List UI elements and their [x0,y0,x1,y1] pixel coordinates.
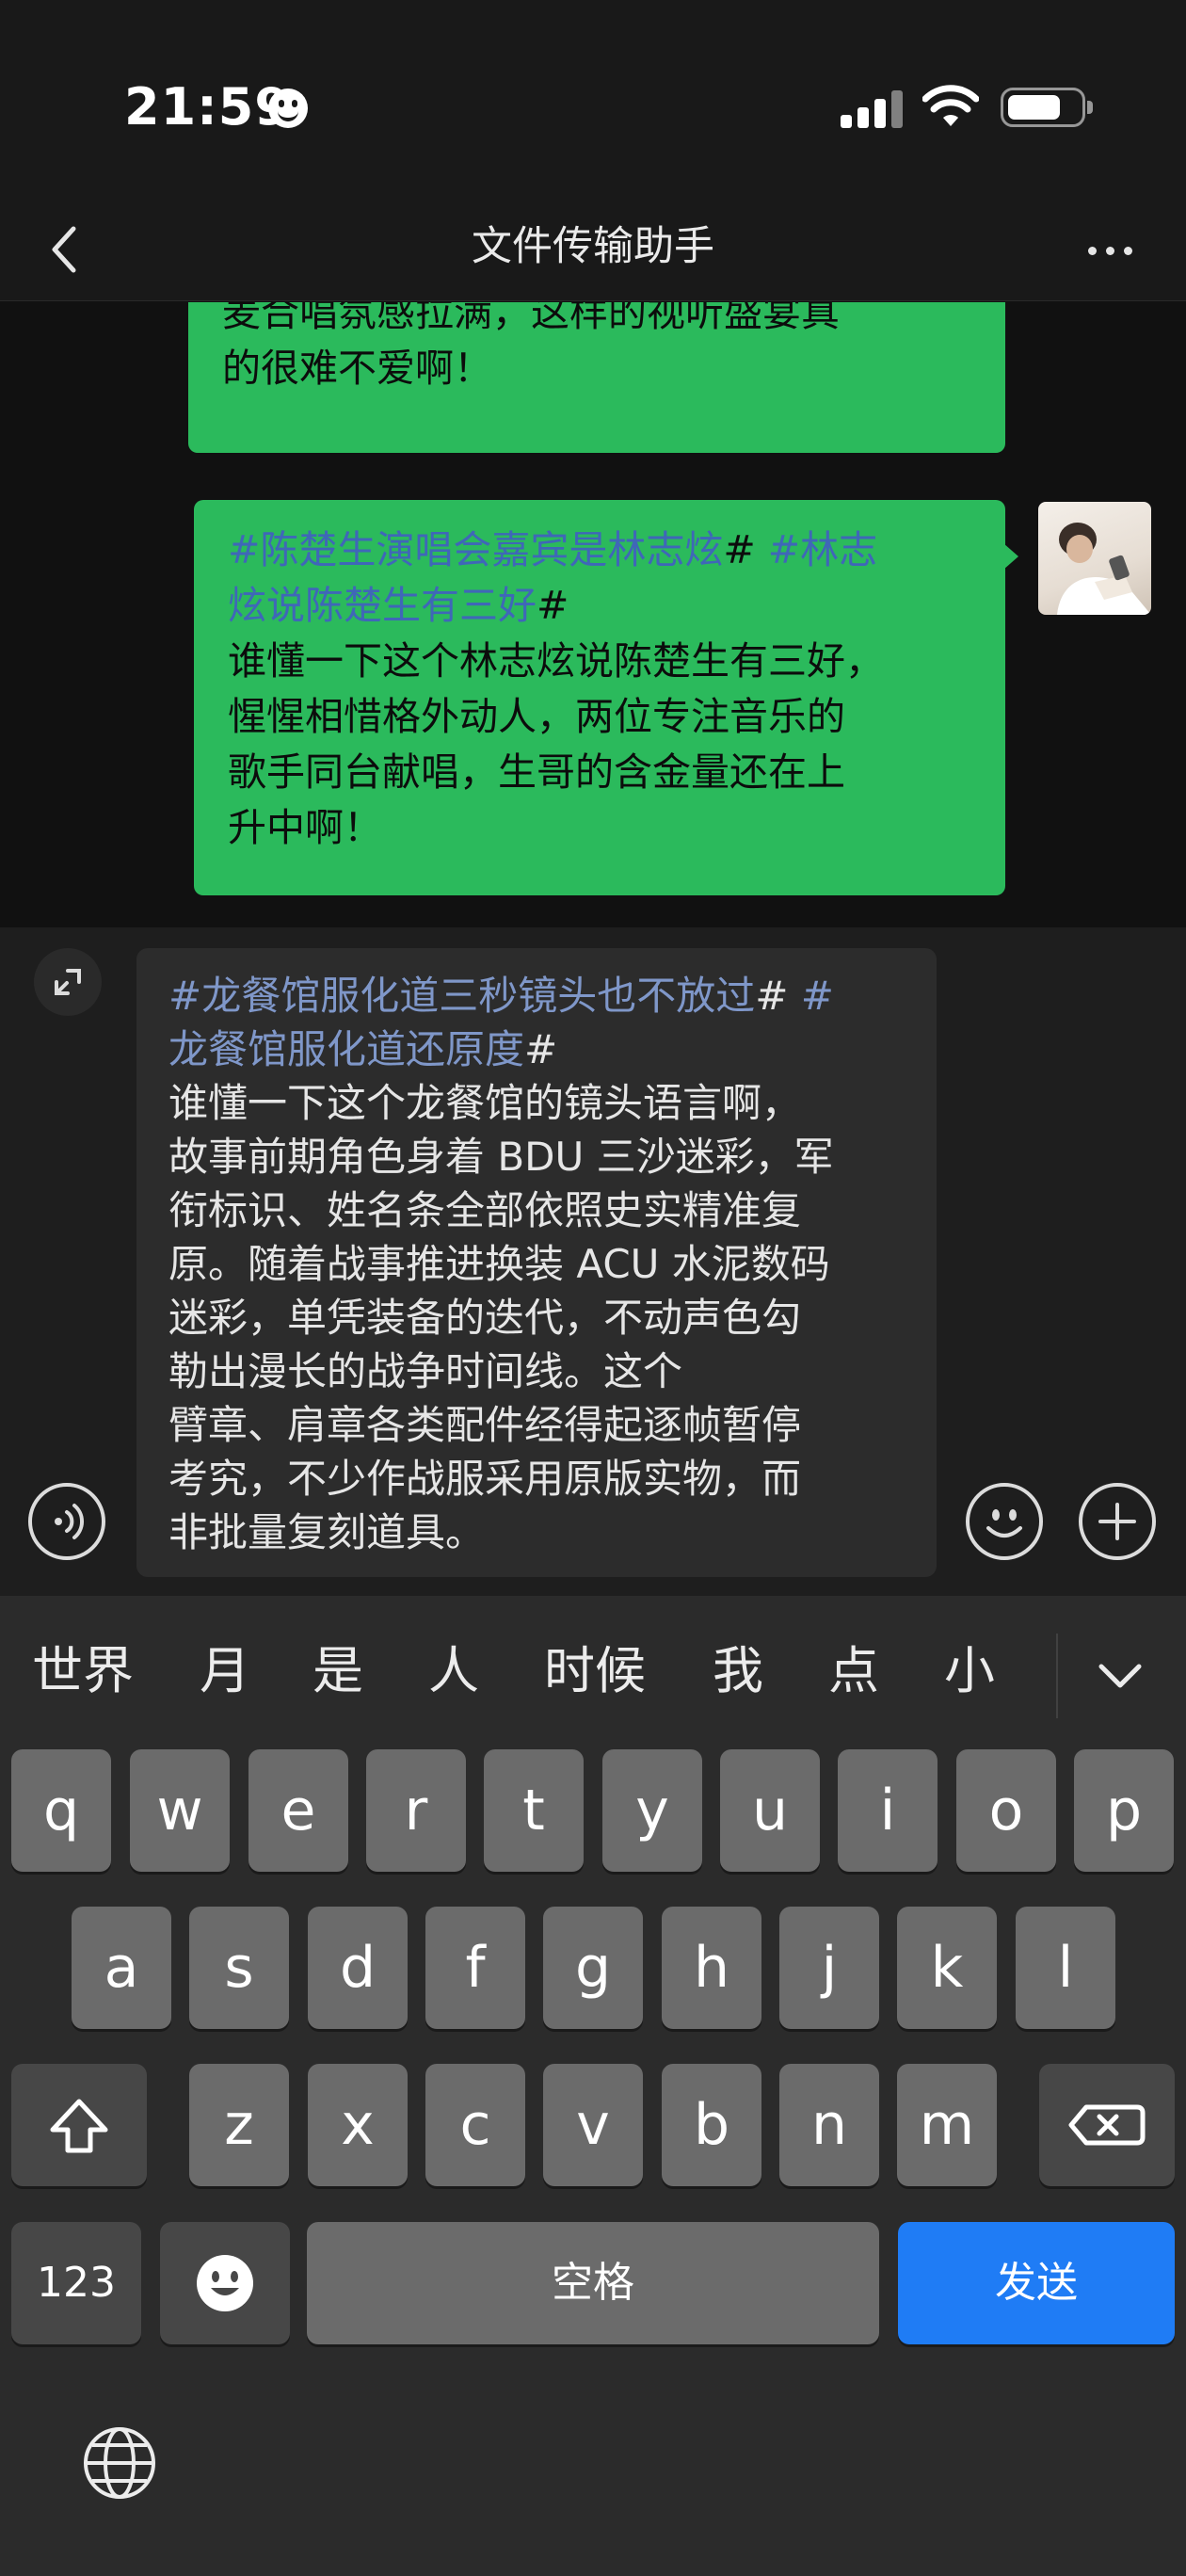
emoji-key[interactable] [160,2222,290,2344]
hash-mark: # [537,583,569,628]
numbers-key[interactable]: 123 [11,2222,141,2344]
status-bar: 21:59 [0,0,1186,202]
input-line: 臂章、肩章各类配件经得起逐帧暂停 [168,1402,802,1448]
key-e[interactable]: e [248,1749,348,1872]
hash-mark: # [755,973,801,1019]
key-w[interactable]: w [130,1749,230,1872]
candidate-word[interactable]: 是 [313,1638,363,1704]
key-u[interactable]: u [720,1749,820,1872]
message-bubble[interactable]: 麦合唱氛感拉满，这样的视听盛宴真 的很难不爱啊！ [188,302,1005,453]
key-t[interactable]: t [484,1749,584,1872]
key-v[interactable]: v [543,2064,643,2186]
key-l[interactable]: l [1016,1907,1115,2029]
expand-icon [55,969,81,995]
input-line: 考究，不少作战服采用原版实物，而 [168,1456,802,1502]
more-actions-button[interactable] [1079,1483,1156,1560]
backspace-key[interactable] [1039,2064,1175,2186]
avatar-photo [1057,523,1151,615]
status-time: 21:59 [124,77,291,137]
focus-smiley-icon [268,89,308,128]
message-bubble[interactable]: #陈楚生演唱会嘉宾是林志炫# #林志 炫说陈楚生有三好# 谁懂一下这个林志炫说陈… [194,500,1018,895]
key-x[interactable]: x [308,2064,408,2186]
key-q[interactable]: q [11,1749,111,1872]
input-line: 迷彩，单凭装备的迭代，不动声色勾 [168,1295,802,1341]
hash-mark: # [723,527,768,572]
input-line: 原。随着战事推进换装 ACU 水泥数码 [168,1241,830,1287]
key-z[interactable]: z [189,2064,289,2186]
candidate-word[interactable]: 时候 [544,1638,646,1704]
topic-tag: 龙餐馆服化道还原度 [168,1026,525,1072]
candidate-word[interactable]: 点 [828,1638,879,1704]
topic-tag: # [800,973,834,1019]
voice-icon [55,1504,85,1539]
key-m[interactable]: m [897,2064,997,2186]
key-f[interactable]: f [425,1907,525,2029]
message-input[interactable]: #龙餐馆服化道三秒镜头也不放过# # 龙餐馆服化道还原度# 谁懂一下这个龙餐馆的… [136,948,937,1577]
topic-tag[interactable]: #林志 [768,527,877,572]
chat-title: 文件传输助手 [472,223,714,270]
key-a[interactable]: a [72,1907,171,2029]
chevron-down-icon[interactable] [1092,1648,1148,1704]
input-line: 故事前期角色身着 BDU 三沙迷彩，军 [168,1134,834,1180]
message-list[interactable]: 麦合唱氛感拉满，这样的视听盛宴真 的很难不爱啊！ #陈楚生演唱会嘉宾是林志炫# … [0,302,1186,927]
voice-input-button[interactable] [28,1483,105,1560]
message-line: 麦合唱氛感拉满，这样的视听盛宴真 [222,302,840,335]
message-line: 歌手同台献唱，生哥的含金量还在上 [228,749,845,795]
key-o[interactable]: o [956,1749,1056,1872]
key-h[interactable]: h [662,1907,761,2029]
key-d[interactable]: d [308,1907,408,2029]
message-line: 的很难不爱啊！ [222,346,492,391]
candidate-word[interactable]: 世界 [32,1638,134,1704]
key-n[interactable]: n [779,2064,879,2186]
backspace-icon [1068,2104,1146,2146]
expand-input-button[interactable] [34,948,102,1016]
nav-bar: 文件传输助手 [0,202,1186,301]
topic-tag: #龙餐馆服化道三秒镜头也不放过 [168,973,756,1019]
candidate-word[interactable]: 我 [713,1638,763,1704]
cellular-signal-icon [841,90,903,128]
message-line: 谁懂一下这个林志炫说陈楚生有三好， [228,638,884,684]
send-key[interactable]: 发送 [898,2222,1175,2344]
topic-tag[interactable]: #陈楚生演唱会嘉宾是林志炫 [228,527,723,572]
key-b[interactable]: b [662,2064,761,2186]
smiley-icon [986,1509,1022,1538]
input-line: 非批量复刻道具。 [168,1509,486,1555]
candidate-word[interactable]: 小 [944,1638,995,1704]
composer-panel: #龙餐馆服化道三秒镜头也不放过# # 龙餐馆服化道还原度# 谁懂一下这个龙餐馆的… [0,927,1186,1596]
wifi-icon [922,85,979,126]
key-k[interactable]: k [897,1907,997,2029]
key-g[interactable]: g [543,1907,643,2029]
emoji-icon [197,2255,253,2311]
key-c[interactable]: c [425,2064,525,2186]
key-r[interactable]: r [366,1749,466,1872]
hash-mark: # [524,1026,558,1072]
shift-key[interactable] [11,2064,147,2186]
topic-tag[interactable]: 炫说陈楚生有三好 [228,583,537,628]
key-p[interactable]: p [1074,1749,1174,1872]
globe-icon[interactable] [81,2424,158,2502]
key-s[interactable]: s [189,1907,289,2029]
candidate-word[interactable]: 人 [428,1638,479,1704]
emoji-button[interactable] [966,1483,1043,1560]
candidate-word[interactable]: 月 [200,1638,250,1704]
message-line: 升中啊！ [228,805,382,850]
candidate-bar: 世界 月 是 人 时候 我 点 小 [0,1596,1186,1756]
keyboard: 世界 月 是 人 时候 我 点 小 q w e r t y u i o p a … [0,1596,1186,2576]
key-j[interactable]: j [779,1907,879,2029]
input-line: 勒出漫长的战争时间线。这个 [168,1348,683,1394]
avatar[interactable] [1038,502,1151,615]
plus-icon [1098,1503,1136,1540]
battery-icon [1001,88,1093,127]
message-line: 惺惺相惜格外动人，两位专注音乐的 [228,694,845,739]
shift-icon [50,2099,108,2153]
space-key[interactable]: 空格 [307,2222,879,2344]
key-i[interactable]: i [838,1749,938,1872]
bubble-tail [1003,543,1018,570]
more-options-icon[interactable] [1082,221,1139,278]
candidate-divider [1056,1634,1058,1718]
key-y[interactable]: y [602,1749,702,1872]
input-line: 谁懂一下这个龙餐馆的镜头语言啊， [168,1080,802,1126]
input-line: 衔标识、姓名条全部依照史实精准复 [168,1187,802,1233]
